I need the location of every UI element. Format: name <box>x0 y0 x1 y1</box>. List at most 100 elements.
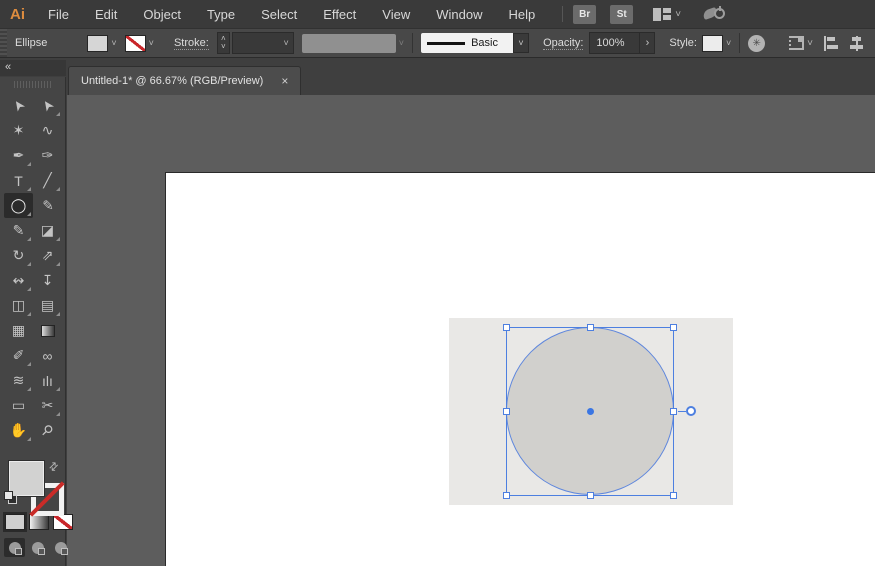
stock-button[interactable]: St <box>610 5 633 24</box>
pie-angle-widget[interactable] <box>686 406 696 416</box>
magic-wand-tool-icon: ✶ <box>13 122 25 139</box>
stroke-chevron-icon[interactable]: ˅ <box>149 38 154 48</box>
opacity-panel-link[interactable]: Opacity: <box>543 37 583 50</box>
mesh-tool[interactable]: ▦ <box>4 318 33 343</box>
selection-handle[interactable] <box>587 324 594 331</box>
lasso-tool[interactable]: ∿ <box>33 118 62 143</box>
direct-selection-tool[interactable]: ➤ <box>33 93 62 118</box>
shape-builder-tool[interactable]: ◫ <box>4 293 33 318</box>
tab-close-icon[interactable]: × <box>281 74 288 88</box>
flyout-corner-icon <box>27 262 31 266</box>
default-fill-stroke-icon[interactable] <box>4 491 18 505</box>
curvature-tool[interactable]: ✑ <box>33 143 62 168</box>
opacity-arrow-icon[interactable]: › <box>639 33 654 53</box>
stroke-width-stepper[interactable]: ˄ ˅ <box>217 32 230 54</box>
rotate-tool[interactable]: ↻ <box>4 243 33 268</box>
puppet-warp-tool[interactable]: ↧ <box>33 268 62 293</box>
align-horizontal-left-icon[interactable] <box>823 36 839 51</box>
shape-center-point[interactable] <box>587 408 594 415</box>
control-bar: Ellipse ˅ ˅ Stroke: ˄ ˅ ˅ ˅ Basic ˅ Opac… <box>0 29 875 58</box>
menu-item-view[interactable]: View <box>369 7 423 22</box>
stroke-style-value: Basic <box>471 37 498 49</box>
menu-item-effect[interactable]: Effect <box>310 7 369 22</box>
selection-handle[interactable] <box>670 492 677 499</box>
control-bar-grip[interactable] <box>0 29 7 57</box>
fill-chevron-icon[interactable]: ˅ <box>111 38 116 48</box>
draw-inside-button[interactable] <box>50 538 71 557</box>
hand-tool[interactable]: ✋ <box>4 418 33 443</box>
gradient-tool[interactable] <box>33 318 62 343</box>
scale-tool[interactable]: ⇗ <box>33 243 62 268</box>
type-tool[interactable]: T <box>4 168 33 193</box>
gpu-performance-icon[interactable] <box>703 5 727 23</box>
lasso-tool-icon: ∿ <box>42 122 54 139</box>
selection-handle[interactable] <box>670 324 677 331</box>
stroke-width-dropdown[interactable]: ˅ <box>232 32 294 54</box>
isolate-object-button[interactable]: ˅ <box>789 36 813 50</box>
symbol-sprayer-tool-icon: ≋ <box>13 372 25 389</box>
stroke-style-chevron-icon[interactable]: ˅ <box>513 33 529 53</box>
width-tool[interactable]: ↭ <box>4 268 33 293</box>
color-mode-row <box>5 514 73 530</box>
artboard-tool[interactable]: ▭ <box>4 393 33 418</box>
recolor-artwork-icon[interactable]: ✳ <box>748 35 765 52</box>
fill-color-swatch[interactable] <box>87 35 108 52</box>
stroke-width-chevron-icon[interactable]: ˅ <box>284 38 289 48</box>
brush-definition-dropdown[interactable] <box>302 34 396 53</box>
zoom-tool[interactable]: ⚲ <box>33 418 62 443</box>
pen-tool[interactable]: ✒ <box>4 143 33 168</box>
flyout-corner-icon <box>27 387 31 391</box>
flyout-corner-icon <box>27 162 31 166</box>
style-chevron-icon[interactable]: ˅ <box>726 38 731 48</box>
eyedropper-tool[interactable]: ✐ <box>4 343 33 368</box>
artboard-tool-icon: ▭ <box>12 397 25 414</box>
selection-handle[interactable] <box>503 408 510 415</box>
menu-item-help[interactable]: Help <box>495 7 548 22</box>
swap-fill-stroke-icon[interactable]: ⇄ <box>46 459 62 475</box>
eraser-tool[interactable]: ◪ <box>33 218 62 243</box>
selection-handle[interactable] <box>503 492 510 499</box>
opacity-field[interactable]: 100% › <box>589 32 655 54</box>
arrange-documents-icon[interactable] <box>653 8 671 21</box>
align-horizontal-center-icon[interactable] <box>849 36 865 51</box>
slice-tool[interactable]: ✂ <box>33 393 62 418</box>
isolate-chevron-icon[interactable]: ˅ <box>807 38 813 49</box>
ellipse-tool[interactable]: ◯ <box>4 193 33 218</box>
column-graph-tool[interactable]: ılı <box>33 368 62 393</box>
tool-grid: ➤➤ ✶ ∿ ✒✑T╱◯✏✎◪↻⇗↭↧◫▤▦✐∞ ≋ ılı ▭ ✂✋⚲ <box>4 93 62 443</box>
blend-tool[interactable]: ∞ <box>33 343 62 368</box>
menu-item-select[interactable]: Select <box>248 7 310 22</box>
selection-tool[interactable]: ➤ <box>4 93 33 118</box>
stroke-color-swatch[interactable] <box>125 35 146 52</box>
menu-item-window[interactable]: Window <box>423 7 495 22</box>
canvas[interactable] <box>67 95 875 566</box>
color-button[interactable] <box>5 514 25 530</box>
toolbar-collapse-button[interactable]: « <box>0 60 66 76</box>
perspective-grid-tool[interactable]: ▤ <box>33 293 62 318</box>
shaper-tool[interactable]: ✎ <box>4 218 33 243</box>
line-segment-tool[interactable]: ╱ <box>33 168 62 193</box>
document-tab[interactable]: Untitled-1* @ 66.67% (RGB/Preview) × <box>68 66 301 95</box>
magic-wand-tool[interactable]: ✶ <box>4 118 33 143</box>
draw-behind-button[interactable] <box>27 538 48 557</box>
menu-item-file[interactable]: File <box>35 7 82 22</box>
none-button[interactable] <box>53 514 73 530</box>
tools-panel-grip[interactable] <box>14 81 52 88</box>
paintbrush-tool[interactable]: ✏ <box>33 193 62 218</box>
selection-handle[interactable] <box>503 324 510 331</box>
arrange-documents-chevron-icon[interactable]: ˅ <box>675 9 681 20</box>
menu-item-type[interactable]: Type <box>194 7 248 22</box>
symbol-sprayer-tool[interactable]: ≋ <box>4 368 33 393</box>
graphic-style-swatch[interactable] <box>702 35 723 52</box>
bridge-button[interactable]: Br <box>573 5 596 24</box>
stepper-down-icon[interactable]: ˅ <box>221 43 226 51</box>
flyout-corner-icon <box>27 237 31 241</box>
selection-handle[interactable] <box>670 408 677 415</box>
menu-item-edit[interactable]: Edit <box>82 7 130 22</box>
selection-handle[interactable] <box>587 492 594 499</box>
stroke-panel-link[interactable]: Stroke: <box>174 37 209 50</box>
draw-normal-button[interactable] <box>4 538 25 557</box>
stroke-style-dropdown[interactable]: Basic ˅ <box>421 33 529 53</box>
menu-item-object[interactable]: Object <box>130 7 194 22</box>
direct-selection-tool-icon: ➤ <box>37 96 58 115</box>
